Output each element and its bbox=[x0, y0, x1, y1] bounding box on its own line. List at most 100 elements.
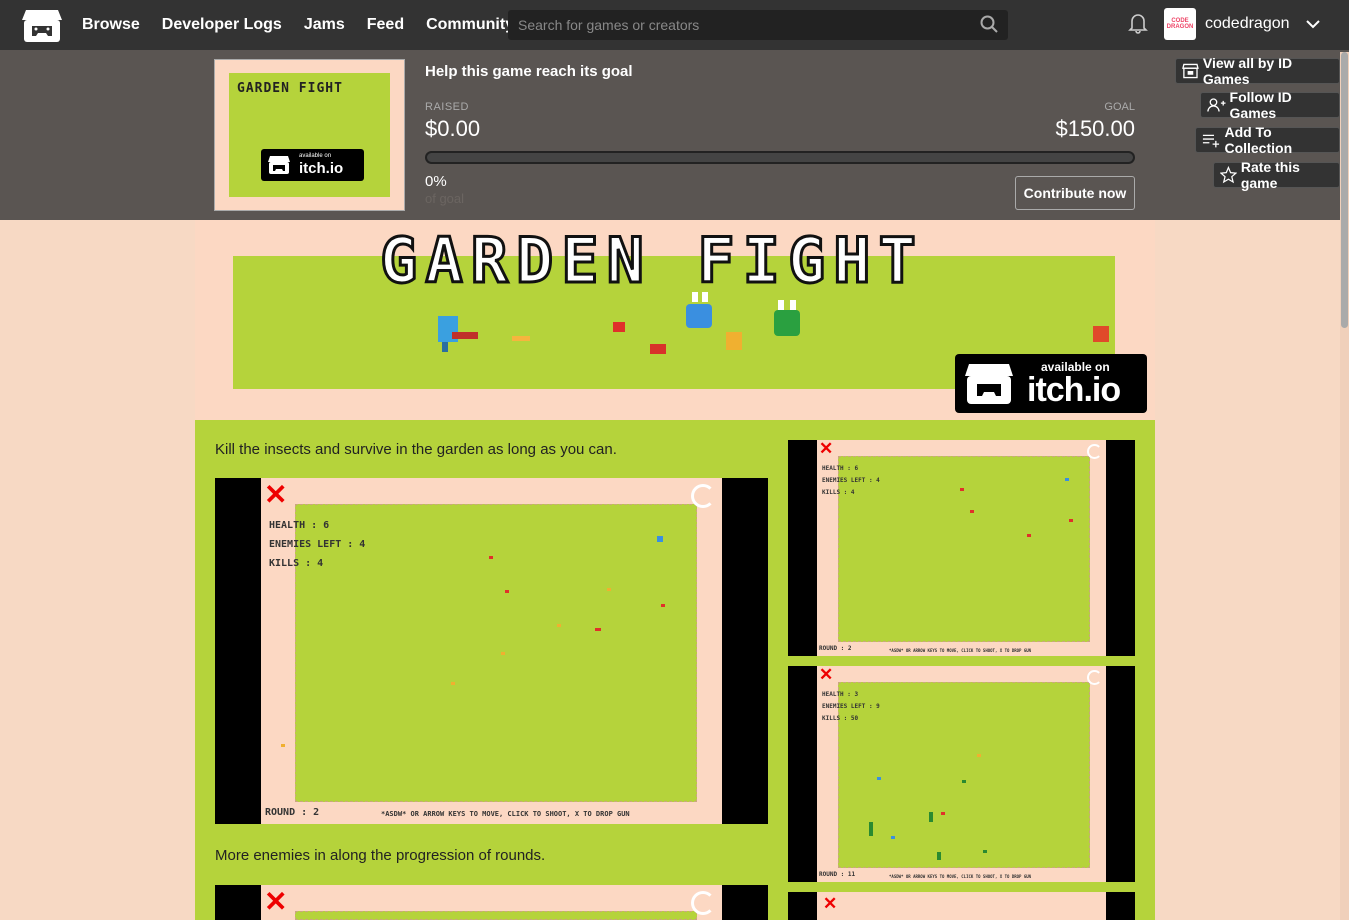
nav-feed[interactable]: Feed bbox=[367, 16, 404, 34]
player-dot bbox=[657, 536, 663, 542]
hud: HEALTH : 6 ENEMIES LEFT : 4 KILLS : 4 bbox=[822, 463, 880, 499]
itch-available-badge[interactable]: available on itch.io bbox=[955, 354, 1147, 413]
raised-label: RAISED bbox=[425, 101, 469, 113]
bullet-dot bbox=[977, 754, 981, 757]
game-thumbnail[interactable]: GARDEN FIGHT available on itch.io bbox=[214, 59, 405, 211]
rate-label: Rate this game bbox=[1240, 159, 1300, 191]
enemy-dot bbox=[877, 777, 881, 780]
game-screen: ✕ bbox=[261, 885, 722, 920]
hud-kills: KILLS : 4 bbox=[269, 558, 324, 569]
of-goal-label: of goal bbox=[425, 191, 465, 206]
bullet-sprite bbox=[512, 336, 530, 341]
view-all-button[interactable]: View all by ID Games bbox=[1175, 55, 1340, 87]
enemy-dot bbox=[941, 812, 945, 815]
star-icon bbox=[1220, 166, 1237, 184]
loading-icon bbox=[1087, 670, 1102, 685]
enemy-dot bbox=[929, 812, 933, 822]
follow-button[interactable]: Follow ID Games bbox=[1200, 89, 1340, 121]
nav-jams[interactable]: Jams bbox=[304, 16, 345, 34]
enemy-sprite-mushroom bbox=[650, 344, 666, 354]
main-nav: Browse Developer Logs Jams Feed Communit… bbox=[82, 0, 536, 50]
add-user-icon bbox=[1207, 98, 1226, 112]
enemy-dot bbox=[489, 556, 493, 559]
screenshot-side-2[interactable]: ✕ HEALTH : 3 ENEMIES LEFT : 9 KILLS : 50… bbox=[788, 665, 1135, 882]
loading-icon bbox=[691, 891, 715, 915]
playlist-add-icon bbox=[1202, 134, 1220, 148]
enemy-dot bbox=[595, 628, 601, 631]
bullet-dot bbox=[281, 744, 285, 747]
goal-panel bbox=[0, 50, 1349, 220]
itch-logo-icon bbox=[965, 364, 1013, 404]
enemy-dot bbox=[869, 822, 873, 836]
close-icon: ✕ bbox=[264, 479, 288, 510]
enemy-dot bbox=[661, 604, 665, 607]
avatar[interactable]: CODE DRAGON bbox=[1164, 8, 1196, 40]
rate-game-button[interactable]: Rate this game bbox=[1213, 159, 1340, 191]
banner-sprites bbox=[438, 292, 1109, 354]
player-dot bbox=[1065, 478, 1069, 481]
bullet-dot bbox=[557, 624, 561, 627]
screenshot-side-1[interactable]: ✕ HEALTH : 6 ENEMIES LEFT : 4 KILLS : 4 … bbox=[788, 439, 1135, 656]
goal-value: $150.00 bbox=[1055, 116, 1135, 141]
hud-enemies: ENEMIES LEFT : 9 bbox=[822, 703, 880, 710]
enemy-dot bbox=[505, 590, 509, 593]
itch-logo-icon bbox=[268, 156, 290, 174]
chevron-down-icon[interactable] bbox=[1306, 16, 1320, 34]
bell-icon[interactable] bbox=[1128, 12, 1148, 39]
badge-big-text: itch.io bbox=[1027, 371, 1121, 409]
description-text-2: More enemies in along the progression of… bbox=[215, 847, 546, 864]
badge-small-text: available on bbox=[299, 152, 332, 159]
search-icon[interactable] bbox=[980, 15, 998, 38]
hud-enemies: ENEMIES LEFT : 4 bbox=[269, 539, 366, 550]
contribute-button[interactable]: Contribute now bbox=[1015, 176, 1135, 210]
enemy-sprite-bee bbox=[726, 332, 742, 350]
game-screen: ✕ HEALTH : 6 ENEMIES LEFT : 4 KILLS : 4 … bbox=[817, 439, 1106, 656]
screenshot-main-2[interactable]: ✕ bbox=[215, 885, 768, 920]
goal-label: GOAL bbox=[1104, 101, 1135, 113]
nav-developer-logs[interactable]: Developer Logs bbox=[162, 16, 282, 34]
hud-kills: KILLS : 50 bbox=[822, 715, 859, 722]
nav-community[interactable]: Community bbox=[426, 16, 514, 34]
controls-hint: *ASDW* OR ARROW KEYS TO MOVE, CLICK TO S… bbox=[381, 810, 630, 818]
screenshot-side-3[interactable]: ✕ bbox=[788, 892, 1135, 920]
hud-health: HEALTH : 6 bbox=[822, 465, 859, 472]
hud: HEALTH : 3 ENEMIES LEFT : 9 KILLS : 50 bbox=[822, 689, 880, 725]
description-text-1: Kill the insects and survive in the gard… bbox=[215, 441, 617, 458]
nav-browse[interactable]: Browse bbox=[82, 16, 140, 34]
enemy-dot bbox=[1027, 534, 1031, 537]
enemy-dot bbox=[970, 510, 974, 513]
thumbnail-title: GARDEN FIGHT bbox=[237, 81, 343, 96]
enemy-sprite-green bbox=[774, 300, 800, 336]
bullet-dot bbox=[451, 682, 455, 685]
scrollbar-thumb[interactable] bbox=[1341, 52, 1348, 328]
enemy-dot bbox=[983, 850, 987, 853]
hud-kills: KILLS : 4 bbox=[822, 489, 855, 496]
add-to-collection-button[interactable]: Add To Collection bbox=[1195, 124, 1340, 156]
game-screen: ✕ HEALTH : 6 ENEMIES LEFT : 4 KILLS : 4 … bbox=[261, 478, 722, 824]
close-icon: ✕ bbox=[823, 894, 838, 913]
player-sprite bbox=[438, 316, 478, 352]
close-icon: ✕ bbox=[819, 665, 834, 684]
controls-hint: *ASDW* OR ARROW KEYS TO MOVE, CLICK TO S… bbox=[889, 874, 1032, 879]
goal-progress-bar bbox=[425, 151, 1135, 164]
enemy-sprite-blue bbox=[686, 292, 712, 328]
hud-round: ROUND : 2 bbox=[819, 645, 852, 652]
loading-icon bbox=[1087, 444, 1102, 459]
bullet-dot bbox=[501, 652, 505, 655]
hud: HEALTH : 6 ENEMIES LEFT : 4 KILLS : 4 bbox=[269, 516, 365, 573]
badge-big-text: itch.io bbox=[299, 159, 344, 177]
scrollbar[interactable] bbox=[1340, 52, 1349, 920]
search-input[interactable] bbox=[508, 17, 968, 33]
raised-value: $0.00 bbox=[425, 116, 481, 141]
itch-logo-icon[interactable] bbox=[22, 8, 62, 44]
view-all-label: View all by ID Games bbox=[1202, 55, 1293, 87]
close-icon: ✕ bbox=[264, 886, 288, 917]
hud-enemies: ENEMIES LEFT : 4 bbox=[822, 477, 880, 484]
enemy-sprite-red bbox=[613, 322, 625, 332]
username[interactable]: codedragon bbox=[1205, 15, 1290, 33]
thumbnail-art: GARDEN FIGHT available on itch.io bbox=[229, 73, 390, 197]
game-screen: ✕ HEALTH : 3 ENEMIES LEFT : 9 KILLS : 50… bbox=[817, 665, 1106, 882]
screenshot-main[interactable]: ✕ HEALTH : 6 ENEMIES LEFT : 4 KILLS : 4 … bbox=[215, 478, 768, 824]
game-screen: ✕ bbox=[817, 892, 1106, 920]
goal-heading: Help this game reach its goal bbox=[425, 63, 633, 80]
